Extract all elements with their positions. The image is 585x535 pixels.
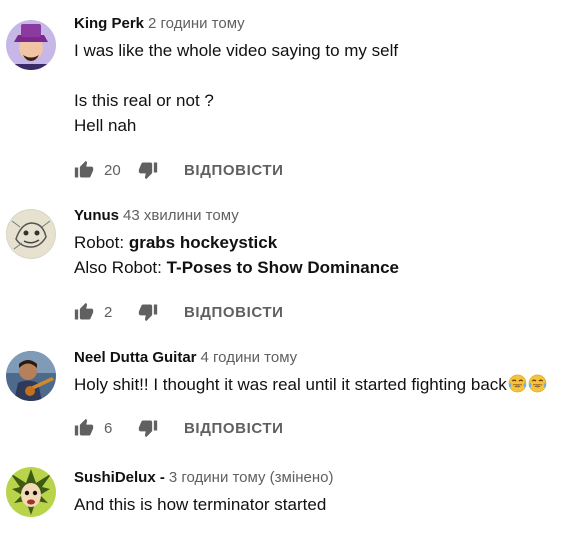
comment-text: Robot: grabs hockeystick Also Robot: T-P… bbox=[74, 230, 585, 280]
comment-text: Holy shit!! I thought it was real until … bbox=[74, 372, 585, 397]
comment-line-text: Holy shit!! I thought it was real until … bbox=[74, 375, 507, 394]
comment-author[interactable]: Neel Dutta Guitar bbox=[74, 349, 197, 366]
comment-line: I was like the whole video saying to my … bbox=[74, 41, 399, 60]
reply-button[interactable]: ВІДПОВІСТИ bbox=[184, 304, 284, 321]
thumbs-down-icon[interactable] bbox=[138, 302, 158, 322]
comment-line: And this is how terminator started bbox=[74, 495, 327, 514]
like-count: 6 bbox=[104, 419, 113, 437]
sketch-drawing-avatar[interactable] bbox=[6, 209, 56, 259]
guitarist-avatar[interactable] bbox=[6, 351, 56, 401]
tears-of-joy-emoji bbox=[508, 374, 527, 393]
comment-line: Hell nah bbox=[74, 116, 137, 135]
thumbs-down-icon[interactable] bbox=[138, 160, 158, 180]
thumbs-up-icon[interactable] bbox=[74, 160, 94, 180]
comment-author[interactable]: SushiDelux - bbox=[74, 469, 165, 486]
like-count: 2 bbox=[104, 303, 113, 321]
thumbs-up-icon[interactable] bbox=[74, 302, 94, 322]
comment-text: And this is how terminator started bbox=[74, 492, 585, 517]
comment-line: Holy shit!! I thought it was real until … bbox=[74, 372, 585, 397]
like-count: 20 bbox=[104, 161, 121, 179]
comment-time[interactable]: 43 хвилини тому bbox=[123, 207, 239, 224]
comment-text: I was like the whole video saying to my … bbox=[74, 38, 585, 138]
line-bold: T-Poses to Show Dominance bbox=[166, 258, 399, 277]
comment-author[interactable]: King Perk bbox=[74, 15, 144, 32]
reply-button[interactable]: ВІДПОВІСТИ bbox=[184, 162, 284, 179]
tears-of-joy-emoji bbox=[528, 374, 547, 393]
line-prefix: Robot: bbox=[74, 233, 129, 252]
reply-button[interactable]: ВІДПОВІСТИ bbox=[184, 420, 284, 437]
comment-actions: 6 ВІДПОВІСТИ bbox=[74, 414, 284, 442]
thumbs-up-icon[interactable] bbox=[74, 418, 94, 438]
comment-time[interactable]: 4 години тому bbox=[201, 349, 298, 366]
line-bold: grabs hockeystick bbox=[128, 233, 278, 252]
person-purple-hat-avatar[interactable] bbox=[6, 20, 56, 70]
comment-line: Is this real or not ? bbox=[74, 91, 214, 110]
comment-author[interactable]: Yunus bbox=[74, 207, 119, 224]
anime-face-avatar[interactable] bbox=[6, 467, 56, 517]
comment-line bbox=[74, 63, 585, 88]
comment-line: Also Robot: T-Poses to Show Dominance bbox=[74, 255, 585, 280]
thumbs-down-icon[interactable] bbox=[138, 418, 158, 438]
comment-time[interactable]: 2 години тому bbox=[148, 15, 245, 32]
comment-time[interactable]: 3 години тому (змінено) bbox=[169, 469, 334, 486]
line-prefix: Also Robot: bbox=[74, 258, 167, 277]
comment-actions: 20 ВІДПОВІСТИ bbox=[74, 156, 284, 184]
comment-line: Robot: grabs hockeystick bbox=[74, 230, 585, 255]
comment-actions: 2 ВІДПОВІСТИ bbox=[74, 298, 284, 326]
